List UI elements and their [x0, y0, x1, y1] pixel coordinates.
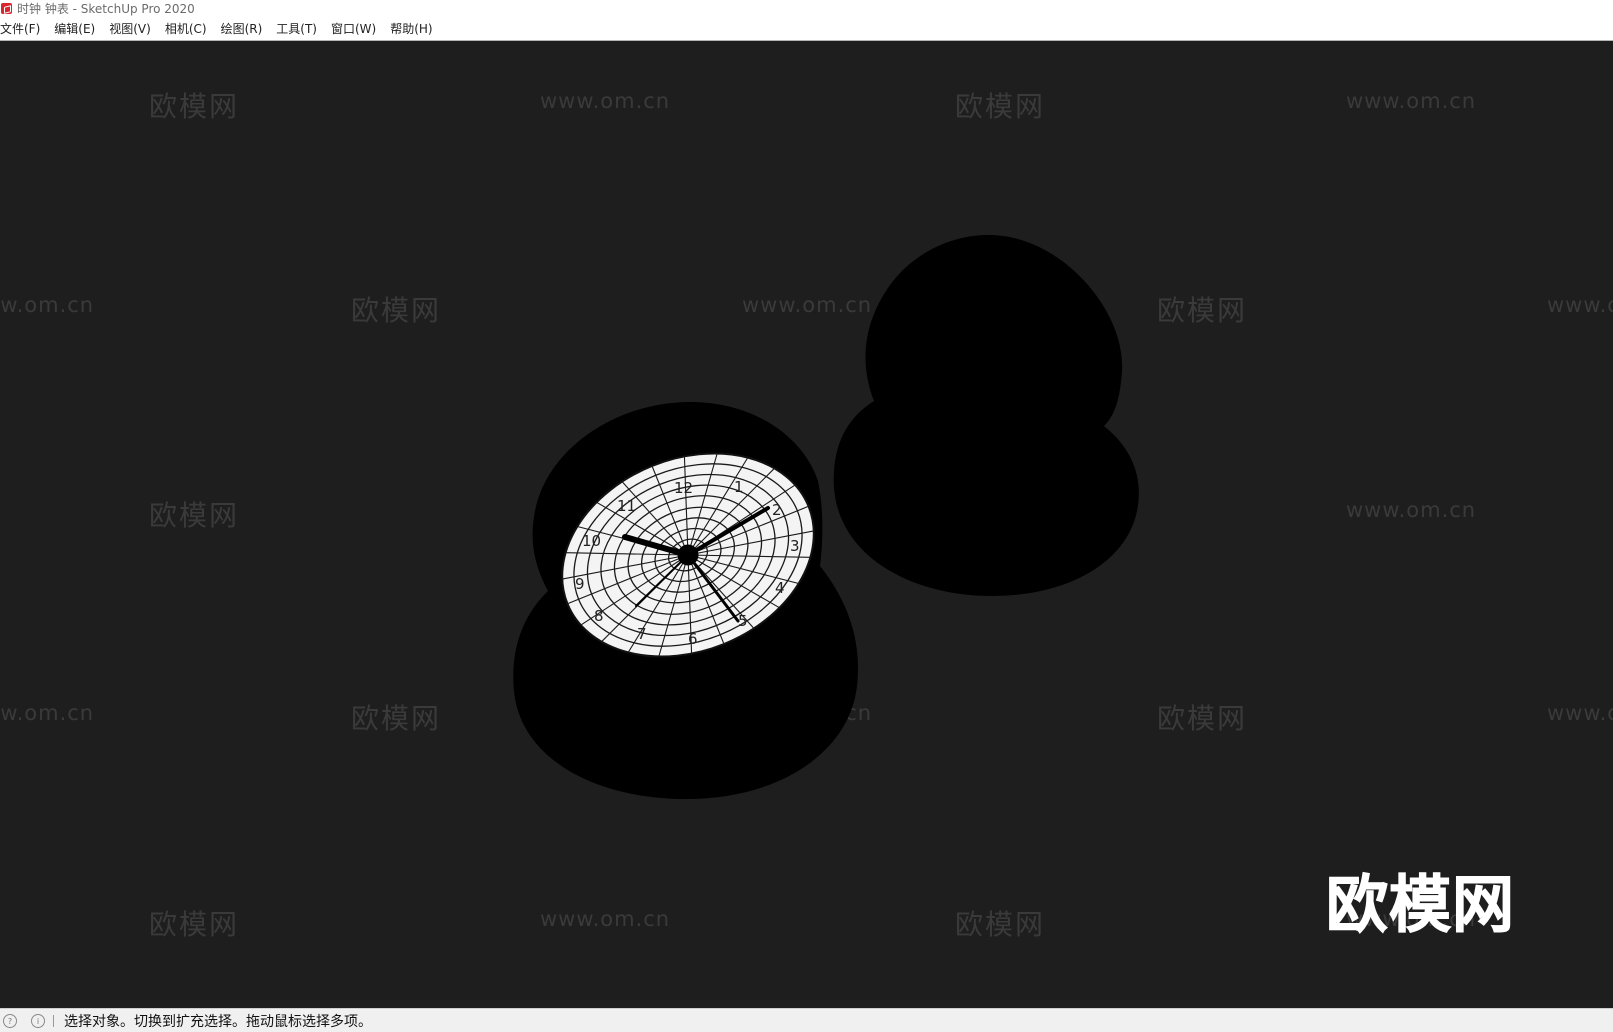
- menu-edit[interactable]: 编辑(E): [54, 20, 102, 37]
- menu-view[interactable]: 视图(V): [109, 20, 158, 37]
- menu-window[interactable]: 窗口(W): [331, 20, 383, 37]
- numeral-10: 10: [582, 532, 601, 550]
- sketchup-logo-icon: [1, 3, 12, 14]
- hand-hub: [677, 544, 699, 566]
- status-bar: ? i 选择对象。切换到扩充选择。拖动鼠标选择多项。: [0, 1008, 1613, 1032]
- geo-location-icon[interactable]: ?: [3, 1014, 17, 1028]
- menu-camera[interactable]: 相机(C): [165, 20, 214, 37]
- sketchup-window: 时钟 钟表 - SketchUp Pro 2020 文件(F) 编辑(E) 视图…: [0, 0, 1613, 1032]
- menu-file[interactable]: 文件(F): [0, 20, 47, 37]
- info-icon[interactable]: i: [31, 1014, 45, 1028]
- window-title: 时钟 钟表 - SketchUp Pro 2020: [17, 2, 195, 16]
- back-clock-body[interactable]: [833, 234, 1139, 596]
- numeral-4: 4: [775, 579, 785, 597]
- numeral-8: 8: [594, 607, 604, 625]
- menu-help[interactable]: 帮助(H): [390, 20, 439, 37]
- status-message: 选择对象。切换到扩充选择。拖动鼠标选择多项。: [64, 1014, 372, 1030]
- menu-draw[interactable]: 绘图(R): [221, 20, 270, 37]
- clock-model[interactable]: 12 1 2 3 4 5 6 7 8 9 10 11: [0, 41, 1613, 1008]
- numeral-3: 3: [790, 537, 800, 555]
- status-divider: [53, 1015, 54, 1027]
- menu-tools[interactable]: 工具(T): [276, 20, 324, 37]
- numeral-1: 1: [734, 478, 744, 496]
- numeral-9: 9: [575, 575, 585, 593]
- numeral-6: 6: [688, 630, 698, 648]
- 3d-viewport[interactable]: 欧模网 www.om.cn 欧模网 www.om.cn www.om.cn 欧模…: [0, 41, 1613, 1008]
- title-bar: 时钟 钟表 - SketchUp Pro 2020: [0, 0, 1613, 17]
- numeral-12: 12: [674, 479, 693, 497]
- numeral-2: 2: [772, 501, 782, 519]
- menu-bar: 文件(F) 编辑(E) 视图(V) 相机(C) 绘图(R) 工具(T) 窗口(W…: [0, 17, 1613, 41]
- numeral-7: 7: [637, 625, 647, 643]
- numeral-11: 11: [617, 497, 636, 515]
